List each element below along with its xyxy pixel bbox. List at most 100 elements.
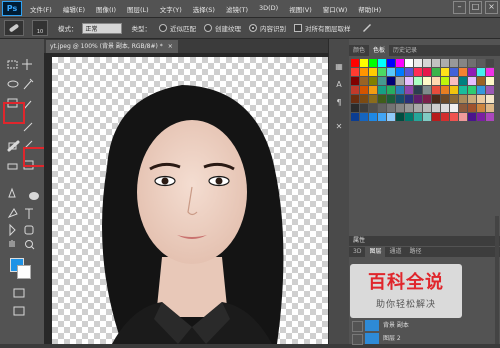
color-swatch[interactable] — [396, 113, 404, 121]
color-swatch[interactable] — [459, 113, 467, 121]
color-swatch[interactable] — [369, 113, 377, 121]
color-swatch[interactable] — [486, 68, 494, 76]
color-swatch[interactable] — [387, 104, 395, 112]
color-swatch[interactable] — [405, 95, 413, 103]
color-swatch[interactable] — [432, 95, 440, 103]
mode-select[interactable]: 正常 — [81, 22, 122, 34]
color-swatch[interactable] — [468, 113, 476, 121]
color-swatch[interactable] — [396, 86, 404, 94]
color-swatch[interactable] — [441, 68, 449, 76]
color-swatch[interactable] — [351, 113, 359, 121]
color-swatch[interactable] — [441, 95, 449, 103]
color-swatch[interactable] — [423, 95, 431, 103]
color-swatch[interactable] — [414, 95, 422, 103]
color-swatch[interactable] — [450, 59, 458, 67]
menu-image[interactable]: 图像(I) — [96, 4, 116, 14]
color-swatch[interactable] — [396, 68, 404, 76]
color-swatch[interactable] — [486, 95, 494, 103]
color-swatch[interactable] — [432, 86, 440, 94]
color-swatch[interactable] — [369, 86, 377, 94]
menu-3d[interactable]: 3D(D) — [259, 4, 278, 14]
color-swatch[interactable] — [360, 104, 368, 112]
pressure-icon[interactable] — [361, 21, 373, 35]
color-swatch[interactable] — [405, 77, 413, 85]
color-swatch[interactable] — [459, 77, 467, 85]
tab-paths[interactable]: 路径 — [405, 247, 425, 257]
color-swatch[interactable] — [468, 77, 476, 85]
tab-swatches[interactable]: 色板 — [369, 45, 390, 56]
layer-row[interactable]: 背景 副本 — [349, 319, 500, 332]
menu-file[interactable]: 文件(F) — [30, 4, 52, 14]
tab-channels[interactable]: 通道 — [385, 247, 405, 257]
menu-select[interactable]: 选择(S) — [193, 4, 215, 14]
color-swatch[interactable] — [459, 104, 467, 112]
maximize-button[interactable]: □ — [469, 1, 482, 14]
color-swatch[interactable] — [477, 104, 485, 112]
background-color-swatch[interactable] — [17, 265, 31, 279]
color-swatch[interactable] — [450, 95, 458, 103]
color-swatch[interactable] — [432, 113, 440, 121]
color-swatch[interactable] — [405, 113, 413, 121]
color-swatch[interactable] — [441, 77, 449, 85]
color-swatch[interactable] — [387, 95, 395, 103]
color-swatch[interactable] — [468, 104, 476, 112]
sample-all-layers-checkbox[interactable] — [294, 24, 302, 32]
color-swatch[interactable] — [396, 77, 404, 85]
tab-color[interactable]: 颜色 — [349, 45, 369, 56]
color-swatch[interactable] — [369, 77, 377, 85]
radio-create-texture[interactable] — [204, 24, 212, 32]
history-panel-icon[interactable]: ▦ — [333, 61, 345, 72]
menu-layer[interactable]: 图层(L) — [127, 4, 149, 14]
color-swatch[interactable] — [423, 59, 431, 67]
color-swatch[interactable] — [369, 59, 377, 67]
color-swatch[interactable] — [423, 86, 431, 94]
color-swatch[interactable] — [459, 95, 467, 103]
color-swatch[interactable] — [351, 77, 359, 85]
color-swatch[interactable] — [432, 68, 440, 76]
radio-proximity-match[interactable] — [159, 24, 167, 32]
color-swatch[interactable] — [450, 68, 458, 76]
tab-history[interactable]: 历史记录 — [389, 45, 421, 56]
color-swatch[interactable] — [441, 59, 449, 67]
menu-view[interactable]: 视图(V) — [289, 4, 312, 14]
color-swatch[interactable] — [360, 68, 368, 76]
menu-edit[interactable]: 编辑(E) — [63, 4, 85, 14]
color-swatch[interactable] — [351, 104, 359, 112]
color-swatch[interactable] — [423, 104, 431, 112]
color-swatch[interactable] — [405, 86, 413, 94]
color-swatch[interactable] — [486, 104, 494, 112]
color-swatch[interactable] — [432, 104, 440, 112]
color-swatch[interactable] — [468, 68, 476, 76]
color-swatch[interactable] — [369, 95, 377, 103]
paragraph-panel-icon[interactable]: ¶ — [333, 97, 345, 108]
color-swatch[interactable] — [378, 59, 386, 67]
radio-content-aware[interactable] — [249, 24, 257, 32]
color-swatch[interactable] — [387, 86, 395, 94]
color-swatch[interactable] — [387, 59, 395, 67]
color-swatch[interactable] — [405, 104, 413, 112]
color-swatch[interactable] — [459, 59, 467, 67]
tools-panel-icon[interactable]: ✕ — [333, 121, 345, 132]
close-document-icon[interactable]: × — [168, 43, 173, 50]
menu-filter[interactable]: 滤镜(T) — [226, 4, 248, 14]
color-swatch[interactable] — [378, 68, 386, 76]
color-swatch[interactable] — [360, 77, 368, 85]
close-button[interactable]: × — [485, 1, 498, 14]
color-swatch[interactable] — [369, 68, 377, 76]
color-swatch[interactable] — [450, 104, 458, 112]
color-swatch[interactable] — [378, 104, 386, 112]
color-swatch[interactable] — [351, 59, 359, 67]
color-swatch[interactable] — [423, 68, 431, 76]
color-swatch[interactable] — [423, 77, 431, 85]
color-swatch[interactable] — [378, 95, 386, 103]
color-swatch[interactable] — [414, 68, 422, 76]
color-swatch[interactable] — [459, 86, 467, 94]
color-swatch[interactable] — [378, 77, 386, 85]
color-swatch[interactable] — [486, 86, 494, 94]
color-swatch[interactable] — [486, 77, 494, 85]
color-swatch[interactable] — [360, 95, 368, 103]
color-swatch[interactable] — [450, 77, 458, 85]
color-swatch[interactable] — [414, 59, 422, 67]
color-swatch[interactable] — [468, 95, 476, 103]
color-swatch[interactable] — [468, 59, 476, 67]
